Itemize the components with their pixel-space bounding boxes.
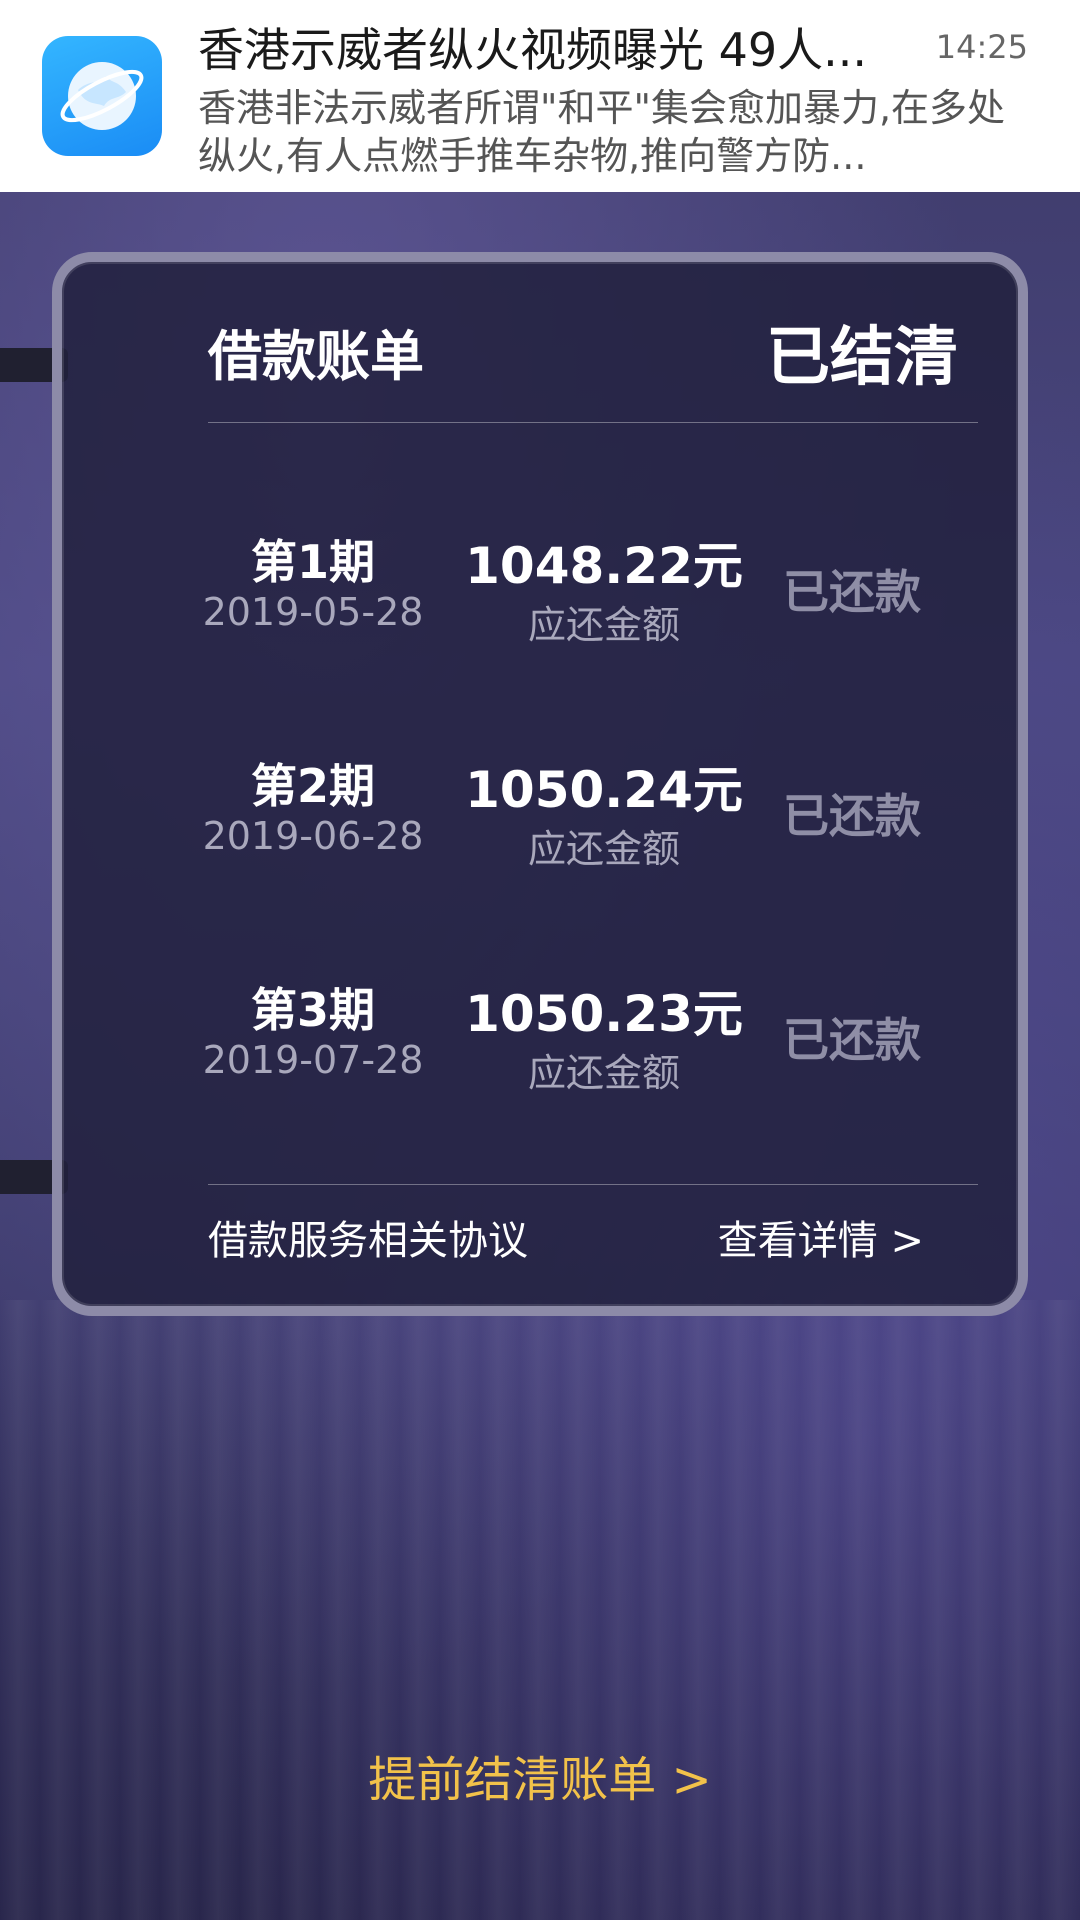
notification-banner[interactable]: 香港示威者纵火视频曝光 49人... 14:25 香港非法示威者所谓"和平"集会…	[0, 0, 1080, 192]
bill-status: 已结清	[766, 321, 958, 395]
installment-amount-label: 应还金额	[527, 603, 680, 647]
installment-amount: 1048.22元	[465, 537, 743, 595]
installment-date: 2019-05-28	[202, 590, 424, 634]
installment-row: 第3期 2019-07-28 1050.23元 应还金额 已还款	[62, 974, 1018, 1134]
installment-period: 第2期	[250, 759, 375, 813]
settle-early-link[interactable]: 提前结清账单 >	[0, 1740, 1080, 1810]
installment-date: 2019-07-28	[202, 1038, 424, 1082]
installment-amount: 1050.23元	[465, 985, 743, 1043]
loan-agreement-link[interactable]: 借款服务相关协议	[208, 1208, 528, 1266]
installment-amount-label: 应还金额	[527, 1051, 680, 1095]
globe-icon	[42, 36, 162, 156]
loan-bill-card: 借款账单 已结清 第1期 2019-05-28 1048.22元 应还金额 已还…	[52, 252, 1028, 1316]
installment-row: 第2期 2019-06-28 1050.24元 应还金额 已还款	[62, 750, 1018, 910]
installment-status: 已还款	[783, 565, 921, 619]
installment-amount: 1050.24元	[465, 761, 743, 819]
installment-period: 第3期	[250, 983, 375, 1037]
footer-divider	[208, 1184, 978, 1185]
notification-body: 香港非法示威者所谓"和平"集会愈加暴力,在多处纵火,有人点燃手推车杂物,推向警方…	[198, 86, 1006, 178]
installment-period: 第1期	[250, 535, 375, 589]
card-header: 借款账单 已结清	[62, 262, 1018, 422]
installment-date: 2019-06-28	[202, 814, 424, 858]
installment-status: 已还款	[783, 789, 921, 843]
notification-title: 香港示威者纵火视频曝光 49人...	[198, 23, 868, 77]
installment-row: 第1期 2019-05-28 1048.22元 应还金额 已还款	[62, 526, 1018, 686]
installment-amount-label: 应还金额	[527, 827, 680, 871]
installment-status: 已还款	[783, 1013, 921, 1067]
view-details-link[interactable]: 查看详情 >	[718, 1208, 924, 1266]
notification-time: 14:25	[935, 28, 1028, 66]
header-divider	[208, 422, 978, 423]
card-title: 借款账单	[208, 325, 424, 388]
background-reflection	[0, 1300, 1080, 1920]
